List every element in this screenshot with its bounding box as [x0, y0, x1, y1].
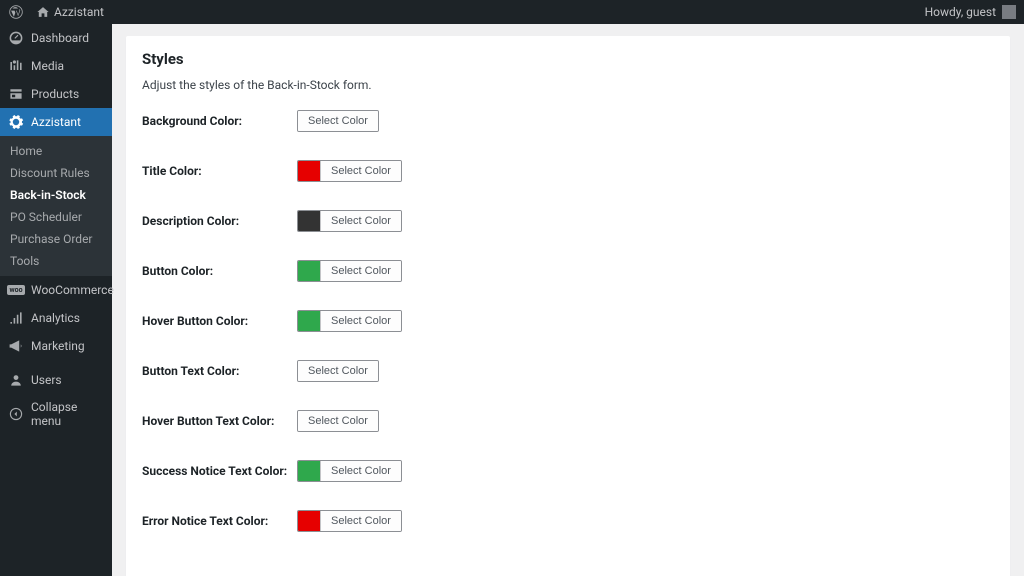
color-swatch[interactable]: [298, 160, 320, 182]
color-swatch[interactable]: [298, 510, 320, 532]
collapse-icon: [8, 406, 24, 422]
color-swatch[interactable]: [298, 210, 320, 232]
style-label: Hover Button Color:: [142, 314, 297, 328]
style-row: Hover Button Color: Select Color: [142, 310, 994, 332]
panel-description: Adjust the styles of the Back-in-Stock f…: [142, 78, 994, 92]
user-menu[interactable]: Howdy, guest: [925, 5, 1016, 19]
admin-sidebar: Dashboard Media Products Azzistant Home …: [0, 24, 112, 576]
style-row: Title Color: Select Color: [142, 160, 994, 182]
style-label: Background Color:: [142, 114, 297, 128]
avatar: [1002, 5, 1016, 19]
select-color-button[interactable]: Select Color: [320, 261, 401, 281]
sidebar-item-users[interactable]: Users: [0, 366, 112, 394]
site-name-link[interactable]: Azzistant: [35, 5, 104, 20]
style-row: Error Notice Text Color: Select Color: [142, 510, 994, 532]
style-row: Background Color:Select Color: [142, 110, 994, 132]
sidebar-item-label: WooCommerce: [31, 283, 114, 297]
styles-panel: Styles Adjust the styles of the Back-in-…: [126, 36, 1010, 576]
submenu-item-po-scheduler[interactable]: PO Scheduler: [0, 206, 112, 228]
sidebar-item-label: Azzistant: [31, 115, 81, 129]
analytics-icon: [8, 310, 24, 326]
style-row: Button Text Color:Select Color: [142, 360, 994, 382]
select-color-button[interactable]: Select Color: [320, 511, 401, 531]
submenu-item-purchase-order[interactable]: Purchase Order: [0, 228, 112, 250]
style-label: Title Color:: [142, 164, 297, 178]
color-picker[interactable]: Select Color: [297, 410, 379, 432]
sidebar-submenu: Home Discount Rules Back-in-Stock PO Sch…: [0, 136, 112, 276]
style-label: Button Color:: [142, 264, 297, 278]
sidebar-item-marketing[interactable]: Marketing: [0, 332, 112, 360]
color-picker[interactable]: Select Color: [297, 160, 402, 182]
color-picker[interactable]: Select Color: [297, 110, 379, 132]
products-icon: [8, 86, 24, 102]
select-color-button[interactable]: Select Color: [298, 361, 378, 381]
select-color-button[interactable]: Select Color: [320, 211, 401, 231]
content-area: Styles Adjust the styles of the Back-in-…: [112, 24, 1024, 576]
sidebar-item-label: Dashboard: [31, 31, 89, 45]
color-picker[interactable]: Select Color: [297, 460, 402, 482]
style-label: Success Notice Text Color:: [142, 464, 297, 478]
style-label: Error Notice Text Color:: [142, 514, 297, 528]
style-row: Success Notice Text Color: Select Color: [142, 460, 994, 482]
select-color-button[interactable]: Select Color: [320, 161, 401, 181]
sidebar-item-dashboard[interactable]: Dashboard: [0, 24, 112, 52]
style-row: Hover Button Text Color:Select Color: [142, 410, 994, 432]
color-swatch[interactable]: [298, 260, 320, 282]
wp-logo[interactable]: [8, 5, 23, 20]
gear-icon: [8, 114, 24, 130]
color-picker[interactable]: Select Color: [297, 510, 402, 532]
color-swatch[interactable]: [298, 460, 320, 482]
submenu-item-tools[interactable]: Tools: [0, 250, 112, 272]
color-picker[interactable]: Select Color: [297, 210, 402, 232]
color-swatch[interactable]: [298, 310, 320, 332]
color-picker[interactable]: Select Color: [297, 310, 402, 332]
media-icon: [8, 58, 24, 74]
sidebar-item-label: Products: [31, 87, 79, 101]
sidebar-item-collapse[interactable]: Collapse menu: [0, 394, 112, 434]
color-picker[interactable]: Select Color: [297, 260, 402, 282]
sidebar-item-media[interactable]: Media: [0, 52, 112, 80]
howdy-text: Howdy, guest: [925, 5, 996, 19]
marketing-icon: [8, 338, 24, 354]
home-icon: [35, 5, 50, 20]
select-color-button[interactable]: Select Color: [298, 411, 378, 431]
admin-bar: Azzistant Howdy, guest: [0, 0, 1024, 24]
style-label: Hover Button Text Color:: [142, 414, 297, 428]
select-color-button[interactable]: Select Color: [320, 461, 401, 481]
panel-title: Styles: [142, 50, 994, 68]
select-color-button[interactable]: Select Color: [298, 111, 378, 131]
sidebar-item-woocommerce[interactable]: woo WooCommerce: [0, 276, 112, 304]
sidebar-item-products[interactable]: Products: [0, 80, 112, 108]
submenu-item-discount-rules[interactable]: Discount Rules: [0, 162, 112, 184]
select-color-button[interactable]: Select Color: [320, 311, 401, 331]
sidebar-item-label: Analytics: [31, 311, 80, 325]
woo-icon: woo: [8, 282, 24, 298]
sidebar-item-analytics[interactable]: Analytics: [0, 304, 112, 332]
color-picker[interactable]: Select Color: [297, 360, 379, 382]
users-icon: [8, 372, 24, 388]
style-row: Button Color: Select Color: [142, 260, 994, 282]
style-label: Button Text Color:: [142, 364, 297, 378]
sidebar-item-label: Users: [31, 373, 62, 387]
sidebar-item-label: Media: [31, 59, 64, 73]
sidebar-item-label: Marketing: [31, 339, 85, 353]
wordpress-icon: [8, 5, 23, 20]
submenu-item-back-in-stock[interactable]: Back-in-Stock: [0, 184, 112, 206]
site-name: Azzistant: [54, 5, 104, 19]
style-row: Description Color: Select Color: [142, 210, 994, 232]
submenu-item-home[interactable]: Home: [0, 140, 112, 162]
sidebar-item-azzistant[interactable]: Azzistant: [0, 108, 112, 136]
style-label: Description Color:: [142, 214, 297, 228]
dashboard-icon: [8, 30, 24, 46]
sidebar-item-label: Collapse menu: [31, 400, 104, 428]
